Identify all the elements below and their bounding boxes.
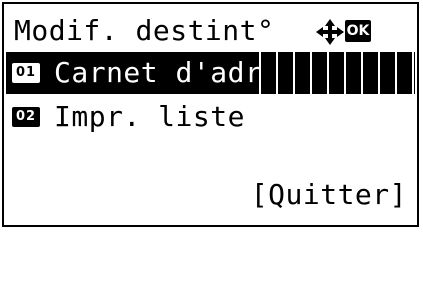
item-number-badge: 01 — [12, 63, 40, 83]
ok-key-icon[interactable]: OK — [345, 20, 371, 42]
quit-softkey-button[interactable]: [Quitter] — [251, 174, 407, 216]
screen-title: Modif. destint° — [14, 14, 275, 47]
selection-highlight — [244, 52, 415, 94]
menu-item-address-book[interactable]: 01 Carnet d'adr — [6, 52, 415, 94]
lcd-screen: Modif. destint° OK 01 Carnet d'adr 02 Im… — [2, 2, 419, 227]
item-number-badge: 02 — [12, 107, 40, 127]
menu-item-label: Carnet d'adr — [54, 56, 263, 89]
menu-item-print-list[interactable]: 02 Impr. liste — [6, 96, 415, 138]
four-way-arrow-icon — [316, 19, 344, 45]
softkey-bar: [Quitter] — [4, 174, 417, 216]
title-bar: Modif. destint° OK — [4, 10, 417, 52]
menu-item-label: Impr. liste — [54, 100, 245, 133]
